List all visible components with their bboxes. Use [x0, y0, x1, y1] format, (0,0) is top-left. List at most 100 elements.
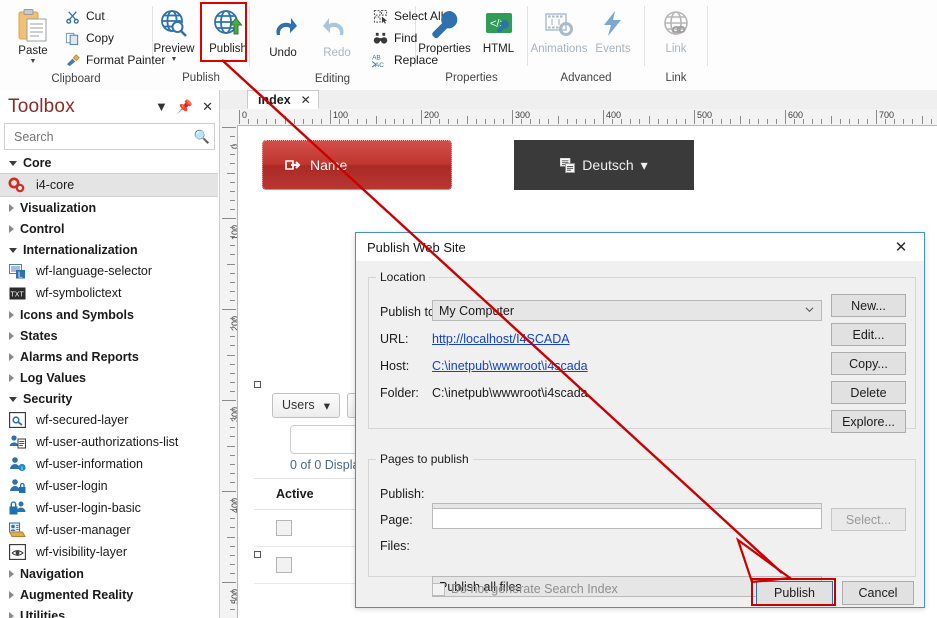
checkbox-box[interactable] — [432, 582, 445, 596]
ruler-tick-minor — [840, 119, 841, 124]
ruler-tick-minor — [230, 427, 235, 428]
host-value-row[interactable]: C:\inetpub\wwwroot\i4scada — [432, 355, 588, 376]
edit-button[interactable]: Edit... — [831, 323, 906, 346]
toolbox-group-states[interactable]: States — [0, 325, 218, 346]
users-dropdown[interactable]: Users ▾ — [272, 392, 340, 418]
ruler-tick-minor — [931, 119, 932, 124]
chevron-down-icon[interactable]: ▼ — [30, 58, 37, 65]
toolbox-group-icons-and-symbols[interactable]: Icons and Symbols — [0, 304, 218, 325]
toolbox-item-i4-core[interactable]: i4-core — [0, 173, 218, 197]
chevron-right-icon[interactable] — [9, 224, 14, 233]
ruler-tick-minor — [366, 119, 367, 124]
language-icon — [560, 157, 576, 173]
ruler-tick-major — [876, 110, 877, 124]
publish-button[interactable]: Publish — [201, 3, 255, 56]
toolbox-item-wf-secured-layer[interactable]: wf-secured-layer — [0, 409, 218, 431]
toolbox-item-wf-user-manager[interactable]: wf-user-manager — [0, 519, 218, 541]
toolbox-group-log-values[interactable]: Log Values — [0, 367, 218, 388]
globe-link-icon — [660, 6, 692, 42]
toolbox-group-label: Alarms and Reports — [20, 349, 139, 364]
ruler-tick-major — [512, 110, 513, 124]
toolbox-tree[interactable]: Core i4-core Visualization Control Internati… — [0, 152, 218, 618]
chevron-down-icon[interactable] — [9, 248, 17, 253]
preview-button[interactable]: Preview ▼ — [147, 3, 201, 63]
url-link[interactable]: http://localhost/I4SCADA — [432, 332, 570, 346]
ruler-tick-minor — [767, 119, 768, 124]
url-value-row[interactable]: http://localhost/I4SCADA — [432, 328, 570, 349]
host-link[interactable]: C:\inetpub\wwwroot\i4scada — [432, 359, 588, 373]
ruler-tick-minor — [230, 163, 235, 164]
paste-button[interactable]: Paste ▼ — [6, 5, 60, 65]
chevron-down-icon[interactable] — [9, 161, 17, 166]
row-checkbox[interactable] — [276, 557, 292, 573]
toolbox-group-navigation[interactable]: Navigation — [0, 563, 218, 584]
chevron-down-icon: ▾ — [323, 398, 330, 413]
chevron-right-icon[interactable] — [9, 352, 14, 361]
close-icon[interactable]: ✕ — [882, 234, 920, 261]
toolbox-group-augmented-reality[interactable]: Augmented Reality — [0, 584, 218, 605]
chevron-right-icon[interactable] — [9, 590, 14, 599]
chevron-right-icon[interactable] — [9, 611, 14, 618]
ribbon-group-clipboard: Paste ▼ Cut Copy Format Painter Clipboar… — [0, 0, 165, 88]
page-label-row: Page: — [380, 509, 413, 530]
undo-button[interactable]: Undo — [256, 7, 310, 60]
chevron-right-icon[interactable] — [9, 569, 14, 578]
toolbox-group-visualization[interactable]: Visualization — [0, 197, 218, 218]
publish-web-site-dialog[interactable]: Publish Web Site ✕ Location Publish to: … — [355, 232, 925, 608]
dialog-publish-button[interactable]: Publish — [756, 581, 833, 605]
toolbox-item-wf-user-login[interactable]: wf-user-login — [0, 475, 218, 497]
svg-text:AB: AB — [372, 54, 381, 61]
toolbox-group-security[interactable]: Security — [0, 388, 218, 409]
search-input[interactable] — [12, 128, 194, 145]
delete-button[interactable]: Delete — [831, 381, 906, 404]
dialog-publish-label: Publish — [774, 586, 815, 600]
toolbox-item-wf-user-login-basic[interactable]: wf-user-login-basic — [0, 497, 218, 519]
selection-handle[interactable] — [254, 381, 261, 388]
toolbox-group-label: Control — [20, 221, 65, 236]
tab-index[interactable]: index ✕ — [247, 90, 319, 109]
dialog-cancel-button[interactable]: Cancel — [842, 581, 914, 605]
close-icon[interactable]: ✕ — [301, 93, 311, 107]
properties-button[interactable]: Properties — [418, 3, 472, 56]
ribbon-group-advanced: Animations Events Advanced — [528, 0, 644, 88]
chevron-down-icon[interactable]: ▼ — [155, 100, 168, 113]
chevron-right-icon[interactable] — [9, 331, 14, 340]
chevron-right-icon[interactable] — [9, 203, 14, 212]
ribbon-toolbar: Paste ▼ Cut Copy Format Painter Clipboar… — [0, 0, 937, 91]
new-button[interactable]: New... — [831, 294, 906, 317]
toolbox-group-utilities[interactable]: Utilities — [0, 605, 218, 618]
chevron-right-icon[interactable] — [9, 373, 14, 382]
ruler-tick-minor — [227, 173, 235, 174]
html-button[interactable]: </> HTML — [472, 3, 526, 56]
wf-user-login-widget[interactable]: Name — [262, 140, 452, 190]
toolbox-group-internationalization[interactable]: Internationalization — [0, 239, 218, 260]
toolbox-item-wf-user-information[interactable]: i wf-user-information — [0, 453, 218, 475]
ruler-tick-minor — [227, 355, 235, 356]
chevron-down-icon[interactable]: ▾ — [641, 157, 648, 174]
dialog-title: Publish Web Site — [367, 239, 466, 255]
search-icon[interactable]: 🔍 — [194, 129, 210, 145]
wf-language-selector-widget[interactable]: Deutsch ▾ — [514, 140, 694, 190]
explore-button[interactable]: Explore... — [831, 410, 906, 433]
toolbox-group-core[interactable]: Core — [0, 152, 218, 173]
toolbox-group-alarms-and-reports[interactable]: Alarms and Reports — [0, 346, 218, 367]
toolbox-item-wf-user-authorizations-list[interactable]: wf-user-authorizations-list — [0, 431, 218, 453]
publish-to-dropdown[interactable]: My Computer — [432, 300, 822, 321]
chevron-right-icon[interactable] — [9, 310, 14, 319]
toolbox-item-wf-visibility-layer[interactable]: wf-visibility-layer — [0, 541, 218, 563]
page-input[interactable] — [432, 508, 822, 529]
pin-icon[interactable]: 📌 — [177, 100, 193, 113]
copy-button[interactable]: Copy... — [831, 352, 906, 375]
close-icon[interactable]: ✕ — [202, 100, 213, 113]
search-index-checkbox[interactable]: Do not generate Search Index — [432, 582, 618, 596]
toolbox-search-box[interactable]: 🔍 — [4, 123, 215, 150]
chevron-down-icon[interactable]: ▼ — [171, 56, 178, 63]
ruler-tick-major — [421, 110, 422, 124]
row-checkbox[interactable] — [276, 520, 292, 536]
chevron-down-icon[interactable] — [9, 397, 17, 402]
toolbox-item-wf-symbolictext[interactable]: TXT wf-symbolictext — [0, 282, 218, 304]
toolbox-group-control[interactable]: Control — [0, 218, 218, 239]
lightning-bolt-icon — [597, 6, 629, 42]
ruler-tick-minor — [230, 236, 235, 237]
toolbox-item-wf-language-selector[interactable]: Lwf-language-selector — [0, 260, 218, 282]
